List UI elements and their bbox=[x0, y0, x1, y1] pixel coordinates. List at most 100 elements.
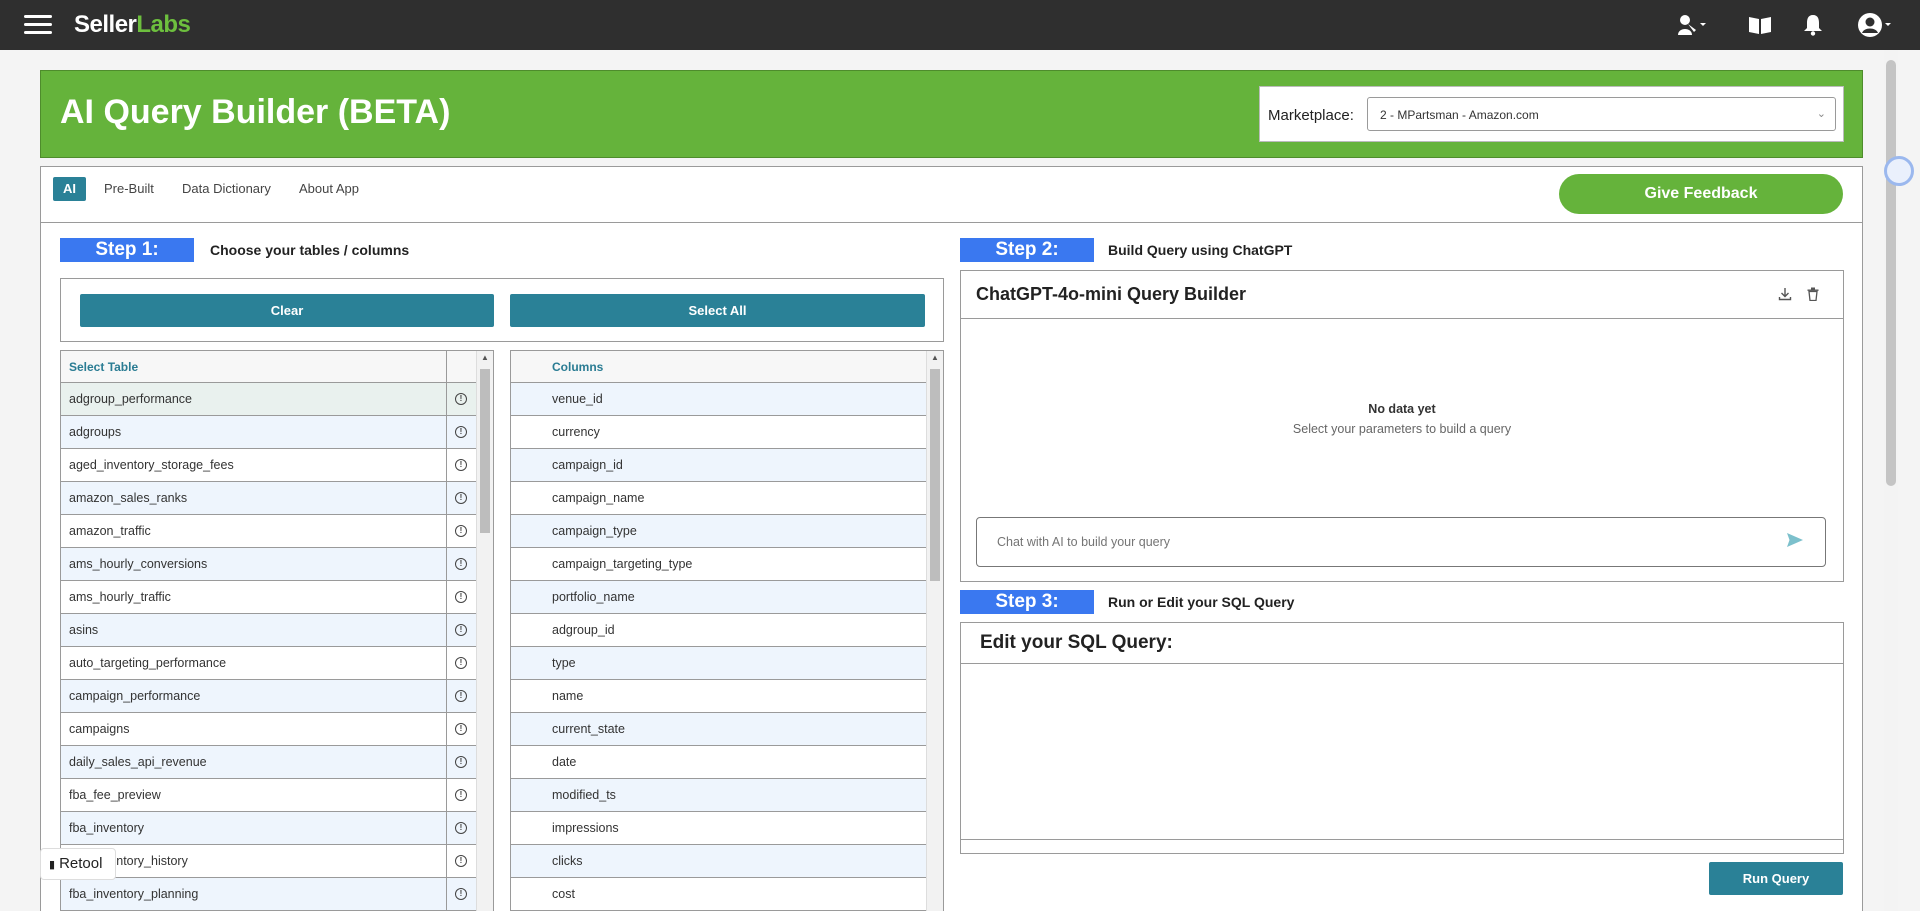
info-icon[interactable]: ! bbox=[455, 558, 467, 570]
scroll-up-icon[interactable]: ▲ bbox=[478, 353, 492, 362]
column-name: clicks bbox=[552, 854, 583, 868]
info-icon[interactable]: ! bbox=[455, 393, 467, 405]
tab-bar: AI Pre-Built Data Dictionary About App G… bbox=[41, 167, 1862, 223]
info-icon[interactable]: ! bbox=[455, 690, 467, 702]
info-icon[interactable]: ! bbox=[455, 459, 467, 471]
column-row[interactable]: portfolio_name bbox=[511, 581, 943, 614]
column-row[interactable]: impressions bbox=[511, 812, 943, 845]
info-icon[interactable]: ! bbox=[455, 657, 467, 669]
table-info-cell: ! bbox=[446, 482, 476, 514]
info-icon[interactable]: ! bbox=[455, 855, 467, 867]
book-icon[interactable] bbox=[1748, 12, 1772, 38]
info-icon[interactable]: ! bbox=[455, 756, 467, 768]
bell-icon[interactable] bbox=[1803, 12, 1823, 38]
table-row[interactable]: fba_inventory_planning! bbox=[61, 878, 493, 911]
support-icon[interactable] bbox=[1676, 12, 1708, 38]
sql-editor[interactable] bbox=[961, 663, 1843, 840]
info-icon[interactable]: ! bbox=[455, 525, 467, 537]
header-banner: AI Query Builder (BETA) Marketplace: 2 -… bbox=[40, 70, 1863, 158]
retool-label: Retool bbox=[59, 855, 103, 872]
column-row[interactable]: campaign_targeting_type bbox=[511, 548, 943, 581]
info-icon[interactable]: ! bbox=[455, 426, 467, 438]
floating-assistant-icon[interactable] bbox=[1884, 156, 1914, 186]
column-row[interactable]: campaign_type bbox=[511, 515, 943, 548]
column-row[interactable]: type bbox=[511, 647, 943, 680]
tables-scrollbar[interactable]: ▲ bbox=[476, 351, 493, 911]
chatgpt-query-builder: ChatGPT-4o-mini Query Builder No data ye… bbox=[960, 270, 1844, 582]
step3-text: Run or Edit your SQL Query bbox=[1108, 594, 1295, 610]
table-info-cell: ! bbox=[446, 845, 476, 877]
column-row[interactable]: cost bbox=[511, 878, 943, 911]
table-name: fba_inventory_planning bbox=[69, 887, 199, 901]
column-name: modified_ts bbox=[552, 788, 616, 802]
give-feedback-button[interactable]: Give Feedback bbox=[1559, 174, 1843, 214]
table-info-cell: ! bbox=[446, 713, 476, 745]
tab-data-dictionary[interactable]: Data Dictionary bbox=[182, 177, 271, 201]
info-icon[interactable]: ! bbox=[455, 789, 467, 801]
sellerlabs-logo[interactable]: SellerLabs bbox=[74, 10, 191, 40]
column-row[interactable]: clicks bbox=[511, 845, 943, 878]
table-row[interactable]: ams_hourly_conversions! bbox=[61, 548, 493, 581]
chat-input[interactable] bbox=[976, 517, 1826, 567]
trash-icon[interactable] bbox=[1807, 287, 1819, 306]
info-icon[interactable]: ! bbox=[455, 822, 467, 834]
table-row[interactable]: adgroup_performance! bbox=[61, 383, 493, 416]
send-icon[interactable] bbox=[1786, 532, 1804, 553]
column-row[interactable]: currency bbox=[511, 416, 943, 449]
table-row[interactable]: fba_fee_preview! bbox=[61, 779, 493, 812]
select-all-button[interactable]: Select All bbox=[510, 294, 925, 327]
info-icon[interactable]: ! bbox=[455, 723, 467, 735]
table-name: amazon_traffic bbox=[69, 524, 151, 538]
run-query-button[interactable]: Run Query bbox=[1709, 862, 1843, 895]
info-icon[interactable]: ! bbox=[455, 492, 467, 504]
table-row[interactable]: amazon_traffic! bbox=[61, 515, 493, 548]
tab-about-app[interactable]: About App bbox=[299, 177, 359, 201]
column-row[interactable]: campaign_name bbox=[511, 482, 943, 515]
step1-text: Choose your tables / columns bbox=[210, 242, 410, 258]
column-row[interactable]: campaign_id bbox=[511, 449, 943, 482]
info-icon[interactable]: ! bbox=[455, 624, 467, 636]
column-row[interactable]: date bbox=[511, 746, 943, 779]
tables-scroll-thumb[interactable] bbox=[480, 369, 490, 533]
tab-ai[interactable]: AI bbox=[53, 177, 86, 201]
table-row[interactable]: fba_inventory_history! bbox=[61, 845, 493, 878]
table-info-cell: ! bbox=[446, 746, 476, 778]
info-icon[interactable]: ! bbox=[455, 888, 467, 900]
scroll-up-icon[interactable]: ▲ bbox=[928, 353, 942, 362]
table-name: adgroups bbox=[69, 425, 122, 439]
menu-icon[interactable] bbox=[24, 15, 52, 35]
clear-button[interactable]: Clear bbox=[80, 294, 494, 327]
tab-pre-built[interactable]: Pre-Built bbox=[104, 177, 154, 201]
table-info-cell: ! bbox=[446, 515, 476, 547]
table-row[interactable]: fba_inventory! bbox=[61, 812, 493, 845]
column-row[interactable]: adgroup_id bbox=[511, 614, 943, 647]
columns-scroll-thumb[interactable] bbox=[930, 369, 940, 581]
columns-header: Columns bbox=[511, 351, 943, 383]
table-row[interactable]: campaigns! bbox=[61, 713, 493, 746]
marketplace-value: 2 - MPartsman - Amazon.com bbox=[1380, 108, 1539, 122]
marketplace-select[interactable]: 2 - MPartsman - Amazon.com ⌄ bbox=[1367, 97, 1836, 131]
table-row[interactable]: auto_targeting_performance! bbox=[61, 647, 493, 680]
table-name: amazon_sales_ranks bbox=[69, 491, 188, 505]
info-icon[interactable]: ! bbox=[455, 591, 467, 603]
table-row[interactable]: daily_sales_api_revenue! bbox=[61, 746, 493, 779]
table-row[interactable]: adgroups! bbox=[61, 416, 493, 449]
column-row[interactable]: venue_id bbox=[511, 383, 943, 416]
page-scroll-thumb[interactable] bbox=[1886, 60, 1896, 486]
table-row[interactable]: ams_hourly_traffic! bbox=[61, 581, 493, 614]
table-row[interactable]: campaign_performance! bbox=[61, 680, 493, 713]
top-navbar: SellerLabs bbox=[0, 0, 1920, 50]
columns-scrollbar[interactable]: ▲ bbox=[926, 351, 943, 911]
table-info-cell: ! bbox=[446, 812, 476, 844]
table-info-cell: ! bbox=[446, 878, 476, 910]
retool-badge[interactable]: ▮ Retool bbox=[40, 848, 116, 880]
column-row[interactable]: modified_ts bbox=[511, 779, 943, 812]
select-table-list: Select Table adgroup_performance! adgroup… bbox=[60, 350, 494, 911]
download-icon[interactable] bbox=[1778, 287, 1792, 306]
column-row[interactable]: current_state bbox=[511, 713, 943, 746]
table-row[interactable]: aged_inventory_storage_fees! bbox=[61, 449, 493, 482]
table-row[interactable]: asins! bbox=[61, 614, 493, 647]
table-row[interactable]: amazon_sales_ranks! bbox=[61, 482, 493, 515]
column-row[interactable]: name bbox=[511, 680, 943, 713]
user-icon[interactable] bbox=[1857, 12, 1893, 38]
